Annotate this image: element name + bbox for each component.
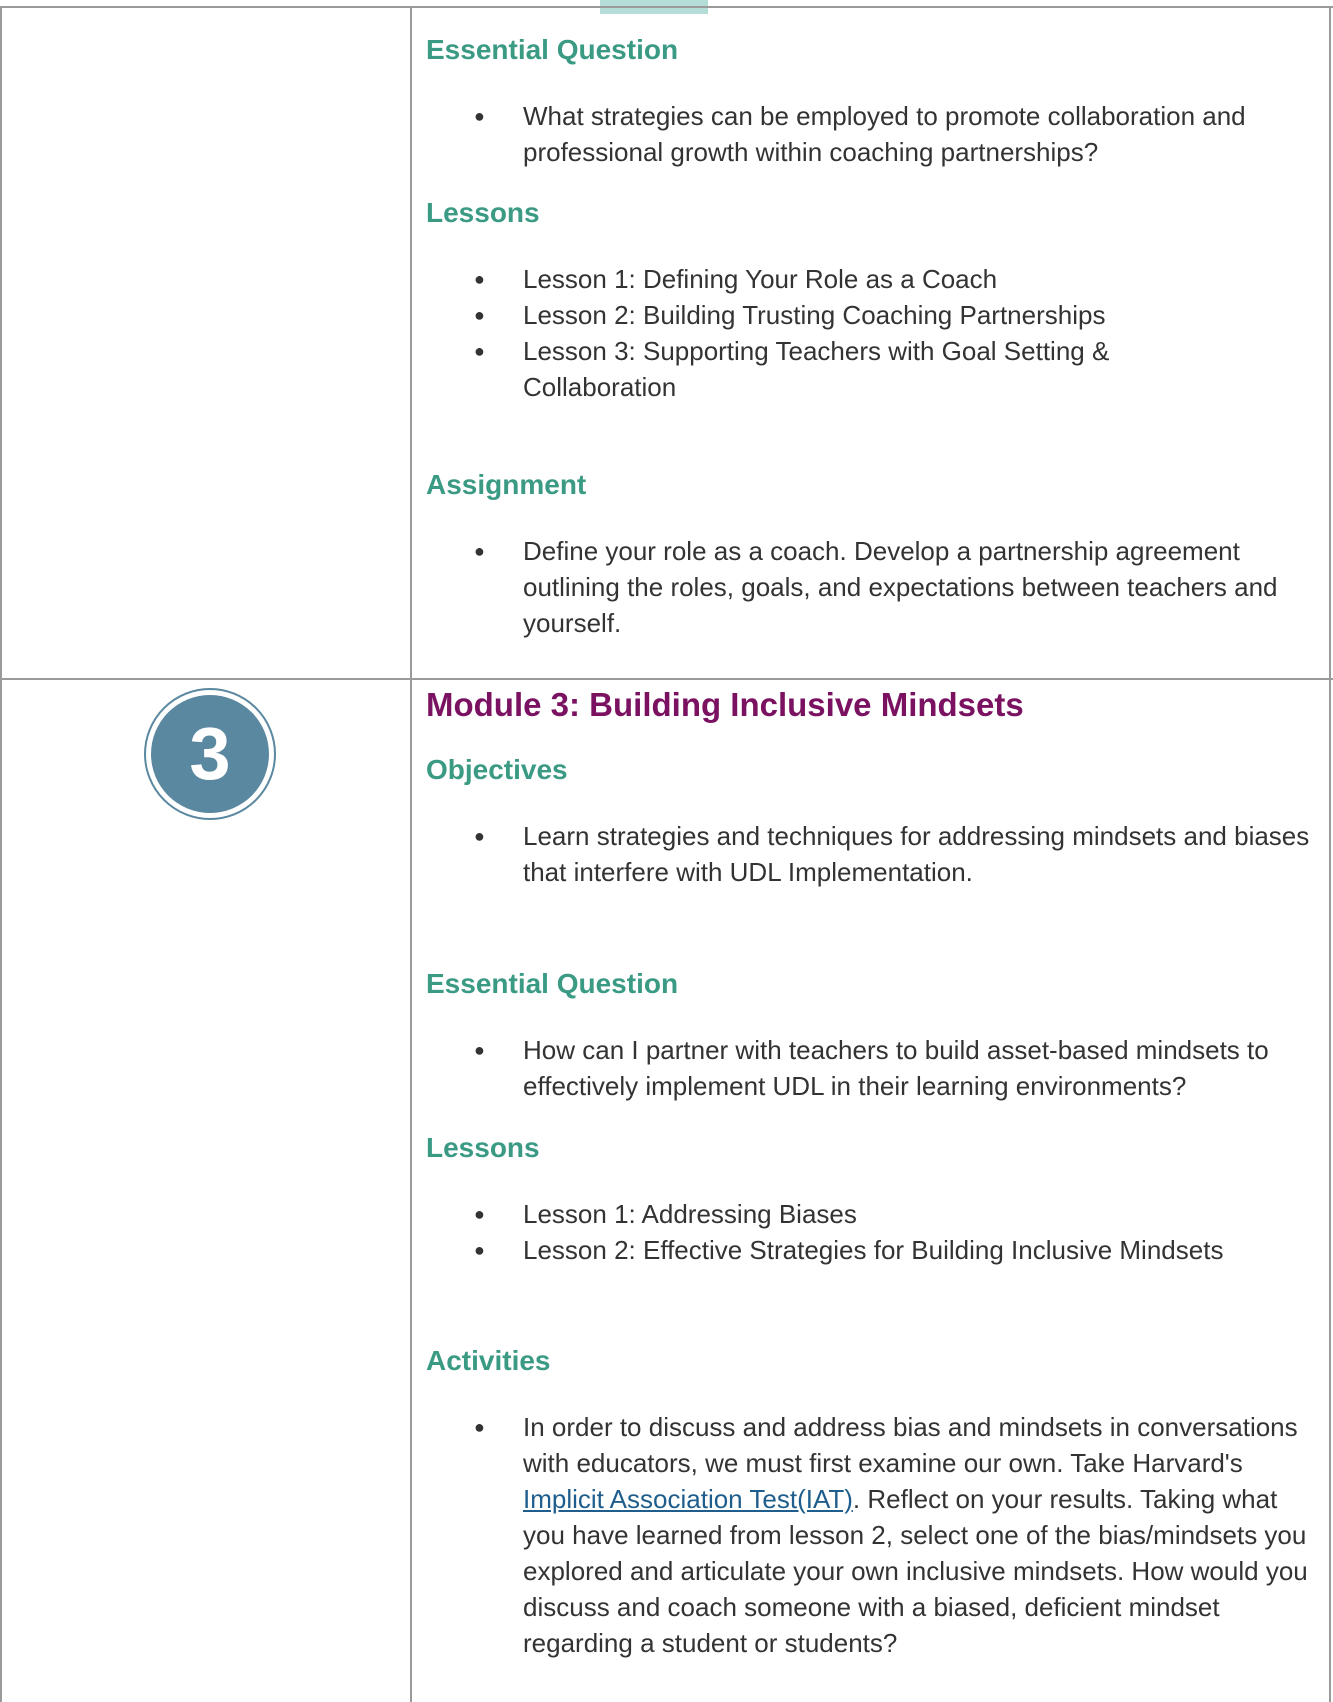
table-column-divider — [410, 6, 412, 1702]
implicit-association-test-link[interactable]: Implicit Association Test(IAT) — [523, 1484, 853, 1514]
essential-question-heading: Essential Question — [426, 968, 679, 999]
module-number: 3 — [151, 695, 269, 813]
module-number-badge: 3 — [144, 688, 276, 820]
objectives-list: Learn strategies and techniques for addr… — [426, 818, 1316, 890]
list-item: Lesson 1: Defining Your Role as a Coach — [426, 261, 1316, 297]
lessons-heading: Lessons — [426, 197, 540, 228]
list-item: Lesson 3: Supporting Teachers with Goal … — [426, 333, 1316, 405]
module-title: Module 3: Building Inclusive Mindsets — [426, 686, 1024, 723]
list-item: Learn strategies and techniques for addr… — [426, 818, 1316, 890]
list-item: Define your role as a coach. Develop a p… — [426, 533, 1316, 641]
essential-question-list: What strategies can be employed to promo… — [426, 98, 1316, 170]
assignment-list: Define your role as a coach. Develop a p… — [426, 533, 1316, 641]
lessons-list: Lesson 1: Addressing Biases Lesson 2: Ef… — [426, 1196, 1316, 1268]
list-item: Lesson 2: Effective Strategies for Build… — [426, 1232, 1316, 1268]
table-right-border — [1329, 6, 1331, 1702]
lessons-heading: Lessons — [426, 1132, 540, 1163]
list-item: In order to discuss and address bias and… — [426, 1409, 1316, 1661]
list-item: Lesson 2: Building Trusting Coaching Par… — [426, 297, 1316, 333]
essential-question-heading: Essential Question — [426, 34, 679, 65]
activities-list: In order to discuss and address bias and… — [426, 1409, 1316, 1661]
list-item: How can I partner with teachers to build… — [426, 1032, 1316, 1104]
essential-question-list: How can I partner with teachers to build… — [426, 1032, 1316, 1104]
lessons-list: Lesson 1: Defining Your Role as a Coach … — [426, 261, 1316, 405]
list-item: What strategies can be employed to promo… — [426, 98, 1316, 170]
list-item: Lesson 1: Addressing Biases — [426, 1196, 1316, 1232]
activities-heading: Activities — [426, 1345, 551, 1376]
activity-text-before-link: In order to discuss and address bias and… — [523, 1412, 1298, 1478]
module-2-continued-cell: Essential Question What strategies can b… — [426, 0, 1326, 678]
table-left-border — [0, 6, 2, 1702]
assignment-heading: Assignment — [426, 469, 587, 500]
objectives-heading: Objectives — [426, 754, 568, 785]
module-3-cell: Module 3: Building Inclusive Mindsets Ob… — [426, 680, 1326, 1702]
